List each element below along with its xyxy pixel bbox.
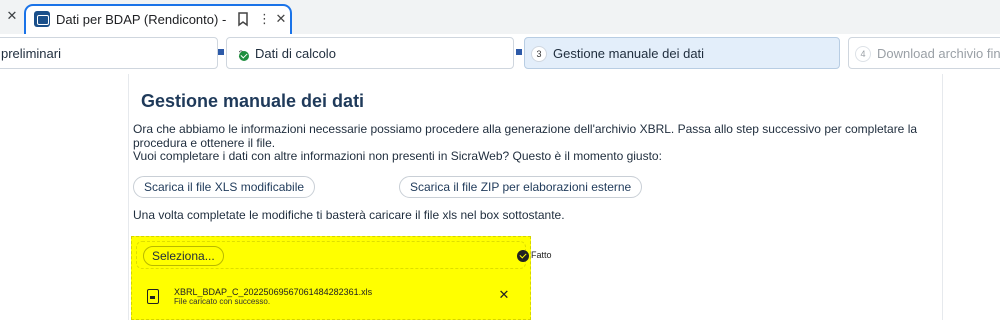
browser-tab-strip: ✕ Dati per BDAP (Rendiconto) - 2... ⋮ ✕ [0, 0, 1000, 34]
step-label: Dati di calcolo [255, 46, 336, 61]
uploaded-file-name: XBRL_BDAP_C_20225069567061484282361.xls [174, 287, 373, 297]
select-file-button[interactable]: Seleziona... [143, 246, 224, 266]
step-connector [516, 49, 522, 55]
question-text: Vuoi completare i dati con altre informa… [133, 149, 662, 163]
step-gestione-manuale[interactable]: 3 Gestione manuale dei dati [524, 37, 840, 69]
prev-tab-close-icon[interactable]: ✕ [4, 8, 20, 24]
more-vert-icon[interactable]: ⋮ [258, 11, 271, 27]
download-zip-button[interactable]: Scarica il file ZIP per elaborazioni est… [399, 176, 643, 198]
browser-tab[interactable]: Dati per BDAP (Rendiconto) - 2... ⋮ ✕ [24, 4, 292, 34]
check-icon [239, 51, 249, 61]
file-icon [147, 289, 159, 304]
remove-file-icon[interactable]: ✕ [498, 288, 510, 301]
step-dati-di-calcolo[interactable]: 2 Dati di calcolo [226, 37, 514, 69]
done-label: Fatto [531, 250, 552, 260]
step-number: 4 [855, 46, 871, 62]
step-number: 3 [531, 46, 547, 62]
content-card: Gestione manuale dei dati Ora che abbiam… [128, 74, 943, 320]
hint-text: Una volta completate le modifiche ti bas… [133, 208, 565, 222]
bookmark-icon[interactable] [236, 11, 250, 27]
step-preliminari[interactable]: preliminari [0, 37, 218, 69]
intro-text: Ora che abbiamo le informazioni necessar… [133, 122, 918, 150]
page-title: Gestione manuale dei dati [141, 91, 365, 111]
step-label: Gestione manuale dei dati [553, 46, 705, 61]
step-connector [218, 49, 224, 55]
upload-box: Seleziona... Fatto XBRL_BDAP_C_202250695… [131, 236, 552, 320]
app-window-icon [34, 11, 50, 27]
tab-close-icon[interactable]: ✕ [274, 11, 288, 27]
step-download-archivio: 4 Download archivio finale [848, 37, 1000, 69]
step-label: Download archivio finale [877, 46, 1000, 61]
upload-header: Seleziona... Fatto [136, 241, 552, 269]
upload-status-text: File caricato con successo. [174, 297, 271, 306]
tab-title: Dati per BDAP (Rendiconto) - 2... [56, 12, 226, 27]
step-label: preliminari [1, 46, 61, 61]
download-xls-button[interactable]: Scarica il file XLS modificabile [133, 176, 316, 198]
wizard-stepper: preliminari 2 Dati di calcolo 3 Gestione… [0, 34, 1000, 74]
check-circle-icon [517, 250, 529, 262]
